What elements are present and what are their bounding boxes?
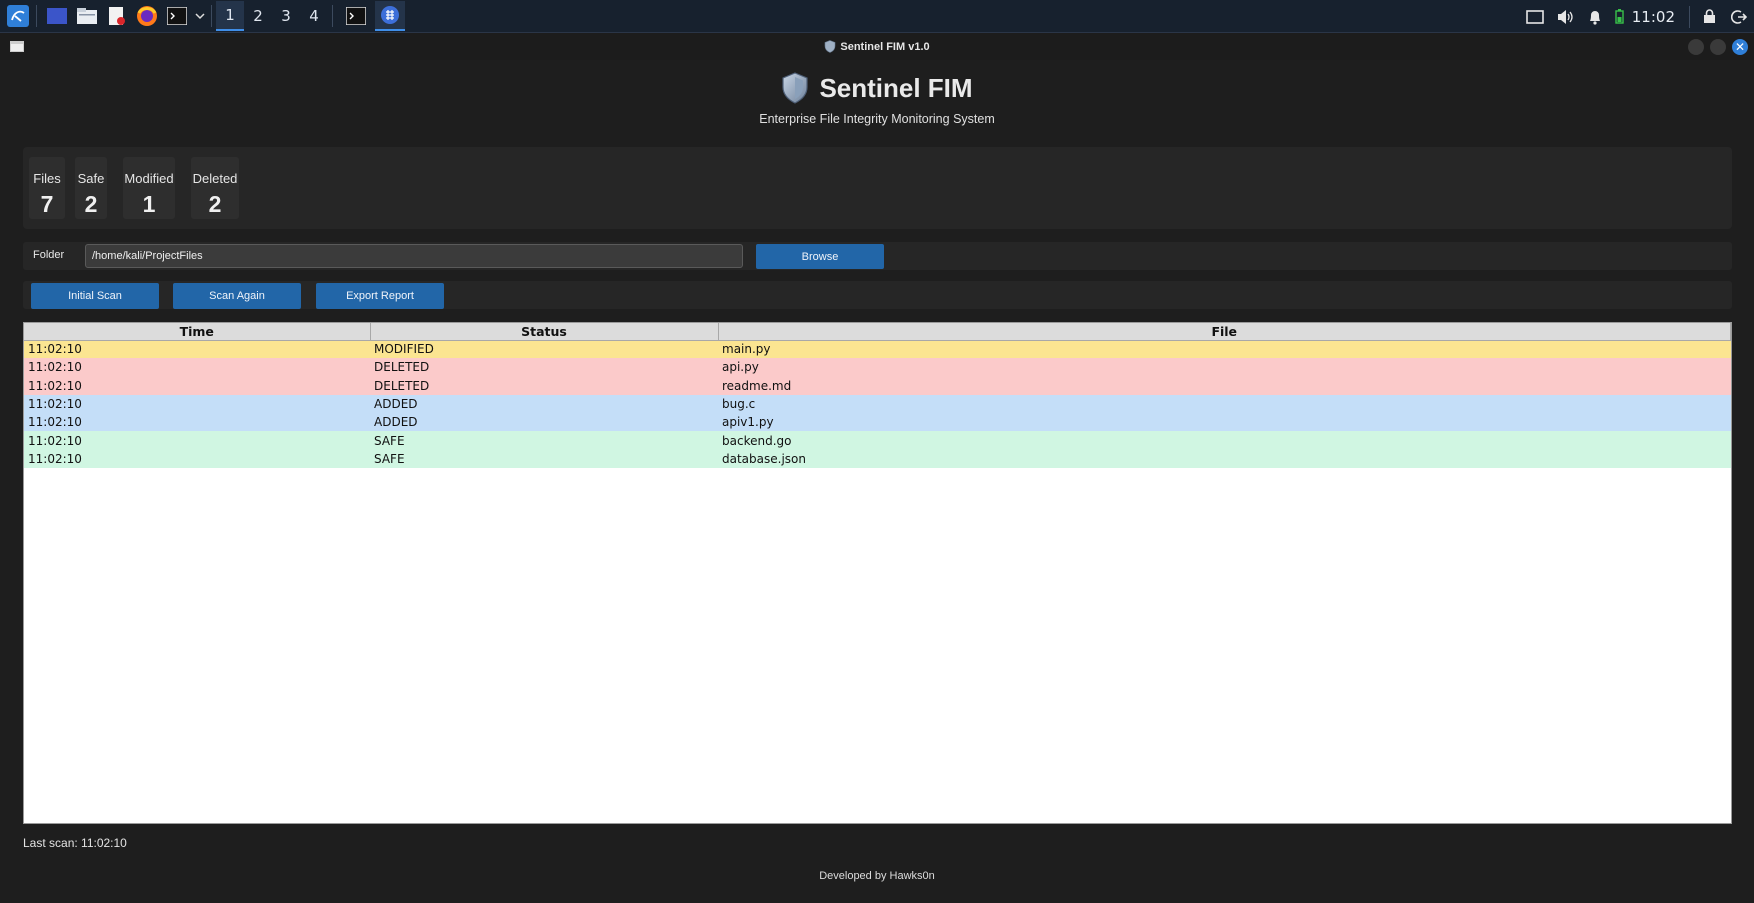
- workspace-3[interactable]: 3: [272, 1, 300, 31]
- table-row[interactable]: 11:02:10 ADDED apiv1.py: [24, 413, 1731, 432]
- shield-logo-icon: [782, 72, 809, 104]
- cell-time: 11:02:10: [24, 340, 370, 359]
- taskbar-separator: [332, 5, 333, 27]
- stat-safe-value: 2: [84, 191, 98, 217]
- last-scan-status: Last scan: 11:02:10: [23, 836, 127, 850]
- text-editor-icon[interactable]: [103, 2, 131, 30]
- cell-time: 11:02:10: [24, 413, 370, 432]
- table-row[interactable]: 11:02:10 MODIFIED main.py: [24, 340, 1731, 359]
- cell-status: ADDED: [370, 413, 718, 432]
- battery-icon[interactable]: [1610, 2, 1630, 32]
- app-title: Sentinel FIM: [819, 72, 973, 103]
- stat-safe: Safe 2: [75, 157, 107, 219]
- stat-deleted-value: 2: [208, 191, 222, 217]
- terminal-launcher-icon[interactable]: [163, 2, 191, 30]
- column-header-time[interactable]: Time: [24, 323, 371, 341]
- workspace-1[interactable]: 1: [216, 1, 244, 31]
- column-header-file[interactable]: File: [718, 323, 1731, 341]
- stat-deleted-label: Deleted: [192, 171, 238, 186]
- cell-file: main.py: [718, 340, 1731, 359]
- workspace-2[interactable]: 2: [244, 1, 272, 31]
- cell-time: 11:02:10: [24, 376, 370, 395]
- shield-icon: [825, 40, 836, 53]
- actions-panel: Initial Scan Scan Again Export Report: [23, 281, 1732, 309]
- window-titlebar[interactable]: Sentinel FIM v1.0 ✕: [0, 33, 1754, 60]
- table-row[interactable]: 11:02:10 DELETED readme.md: [24, 376, 1731, 395]
- cell-file: apiv1.py: [718, 413, 1731, 432]
- cell-status: SAFE: [370, 449, 718, 469]
- taskbar-separator: [36, 5, 37, 27]
- cell-file: readme.md: [718, 376, 1731, 395]
- stat-modified-label: Modified: [124, 171, 174, 186]
- window-menu-icon[interactable]: [10, 41, 24, 52]
- maximize-button[interactable]: [1710, 39, 1726, 55]
- cell-status: ADDED: [370, 394, 718, 414]
- taskbar-terminal-window[interactable]: [341, 1, 371, 31]
- table-row[interactable]: 11:02:10 ADDED bug.c: [24, 394, 1731, 414]
- stat-safe-label: Safe: [77, 171, 105, 186]
- stat-files-label: Files: [33, 171, 61, 186]
- cell-time: 11:02:10: [24, 449, 370, 469]
- cell-file: database.json: [718, 449, 1731, 469]
- window-title-text: Sentinel FIM v1.0: [840, 40, 930, 53]
- stat-deleted: Deleted 2: [191, 157, 239, 219]
- cell-file: bug.c: [718, 394, 1731, 414]
- results-table[interactable]: Time Status File 11:02:10 MODIFIED main.…: [23, 322, 1732, 824]
- column-header-status[interactable]: Status: [370, 323, 719, 341]
- logout-icon[interactable]: [1724, 2, 1754, 32]
- initial-scan-button[interactable]: Initial Scan: [31, 283, 159, 309]
- system-tray: 11:02: [1520, 0, 1754, 33]
- workspace-4[interactable]: 4: [300, 1, 328, 31]
- folder-panel: Folder Browse: [23, 242, 1732, 270]
- tray-separator: [1689, 5, 1690, 28]
- volume-icon[interactable]: [1550, 2, 1580, 32]
- stat-files: Files 7: [29, 157, 65, 219]
- cell-time: 11:02:10: [24, 431, 370, 450]
- window-controls: ✕: [1688, 39, 1748, 55]
- stat-modified: Modified 1: [123, 157, 175, 219]
- table-row[interactable]: 11:02:10 DELETED api.py: [24, 358, 1731, 377]
- close-button[interactable]: ✕: [1732, 39, 1748, 55]
- cell-status: SAFE: [370, 431, 718, 450]
- folder-path-input[interactable]: [85, 244, 743, 268]
- cell-time: 11:02:10: [24, 358, 370, 377]
- app-subtitle: Enterprise File Integrity Monitoring Sys…: [759, 112, 995, 126]
- firefox-icon[interactable]: [133, 2, 161, 30]
- browse-button[interactable]: Browse: [756, 244, 884, 269]
- notification-bell-icon[interactable]: [1580, 2, 1610, 32]
- cell-status: DELETED: [370, 358, 718, 377]
- stat-files-value: 7: [40, 191, 54, 217]
- developer-credit: Developed by Hawks0n: [819, 870, 935, 882]
- minimize-button[interactable]: [1688, 39, 1704, 55]
- taskbar-sentinel-window[interactable]: [375, 1, 405, 31]
- table-header-row: Time Status File: [24, 323, 1731, 341]
- table-row[interactable]: 11:02:10 SAFE database.json: [24, 449, 1731, 469]
- scan-again-button[interactable]: Scan Again: [173, 283, 301, 309]
- stat-modified-value: 1: [142, 191, 156, 217]
- cell-file: backend.go: [718, 431, 1731, 450]
- kali-menu-icon[interactable]: [4, 2, 32, 30]
- folder-label: Folder: [33, 249, 65, 261]
- taskbar: 1 2 3 4 11:02: [0, 0, 1754, 33]
- screen-icon[interactable]: [1520, 2, 1550, 32]
- desktop-icon[interactable]: [43, 2, 71, 30]
- cell-status: DELETED: [370, 376, 718, 395]
- clock[interactable]: 11:02: [1632, 8, 1675, 26]
- chevron-down-icon[interactable]: [193, 2, 207, 30]
- cell-time: 11:02:10: [24, 394, 370, 414]
- cell-status: MODIFIED: [370, 340, 718, 359]
- cell-file: api.py: [718, 358, 1731, 377]
- taskbar-separator: [211, 5, 212, 27]
- stats-panel: Files 7 Safe 2 Modified 1 Deleted 2: [23, 147, 1732, 229]
- lock-icon[interactable]: [1694, 2, 1724, 32]
- file-manager-icon[interactable]: [73, 2, 101, 30]
- app-header: Sentinel FIM: [0, 72, 1754, 104]
- table-row[interactable]: 11:02:10 SAFE backend.go: [24, 431, 1731, 450]
- window-title: Sentinel FIM v1.0: [824, 40, 930, 53]
- export-report-button[interactable]: Export Report: [316, 283, 444, 309]
